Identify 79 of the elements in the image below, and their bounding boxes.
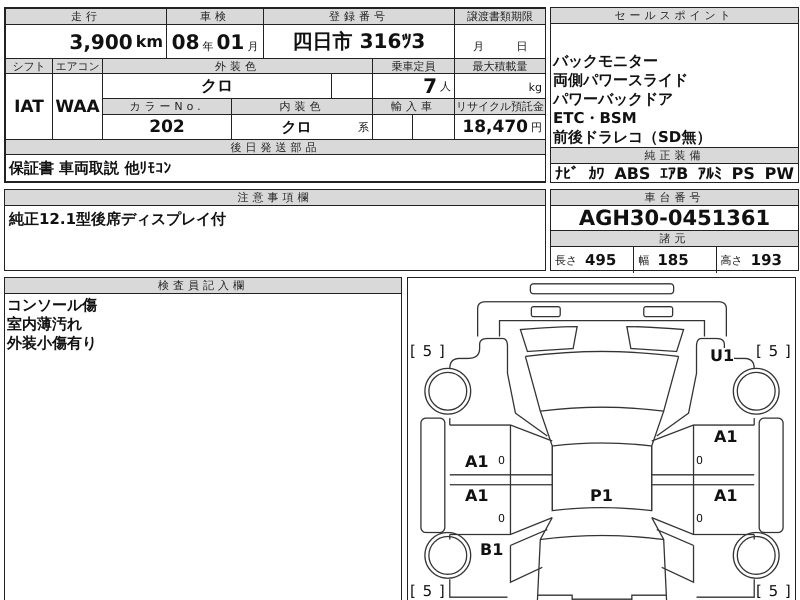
notes-text: 純正12.1型後席ディスプレイ付 [8,209,228,230]
notes-header: 注意事項欄 [5,190,545,206]
interior-color-value: クロ [282,118,312,136]
import-header: 輸入車 [373,99,454,114]
mileage-value: 3,900 [69,30,133,54]
recycle-fee-header: リサイクル預託金 [455,99,545,114]
interior-color-unit: 系 [358,120,369,136]
equipment-item: PW [764,164,794,183]
small-mark: 0 [696,455,703,466]
mileage-unit: km [136,32,163,51]
shift-header: シフト [6,59,52,73]
damage-mark: A1 [465,454,489,470]
chassis-number-value: AGH30-0451361 [578,206,770,230]
later-parts-value: 保証書 車両取説 他ﾘﾓｺﾝ [9,158,172,178]
transfer-deadline-header: 譲渡書類期限 [455,9,545,24]
inspector-note: 外装小傷有り [7,334,98,353]
capacity-unit: 人 [440,79,451,95]
inspection-month: 01 [216,30,244,54]
chassis-number-header: 車台番号 [551,190,798,206]
sales-point-text: パワーバックドア [553,90,674,109]
capacity-value: 7 [423,74,437,98]
month-unit: 月 [247,39,258,55]
sales-points-header: セールスポイント [551,8,798,24]
equipment-item: ｴｱB [660,164,688,183]
spec-value: 193 [750,251,782,269]
inspector-header: 検査員記入欄 [5,278,401,294]
interior-color-header: 内装色 [232,99,372,114]
inspection-header: 車検 [167,9,263,24]
exterior-color-value: クロ [201,76,233,96]
small-mark: 0 [498,455,505,466]
spec-label: 高さ [720,252,743,268]
damage-mark: P1 [590,488,613,504]
sales-point-text: 両側パワースライド [553,71,689,90]
damage-mark: A1 [714,429,738,445]
damage-mark: A1 [714,488,738,504]
mileage-header: 走行 [6,9,166,24]
equipment-item: ABS [614,164,650,183]
equipment-item: PS [732,164,755,183]
specs-header: 諸元 [551,230,798,247]
sales-point-text: 前後ドラレコ（SD無） [553,128,712,147]
small-mark: 0 [498,513,505,524]
exterior-color-header: 外装色 [103,59,372,73]
color-number-header: カラーNo. [103,99,231,114]
inspection-year: 08 [172,30,200,54]
sales-point-text: バックモニター [553,52,659,71]
damage-mark: B1 [480,542,504,558]
shift-value: IAT [14,96,44,116]
registration-header: 登録番号 [264,9,454,24]
yen-unit: 円 [531,120,542,136]
month-unit: 月 [472,39,484,55]
aircon-header: エアコン [53,59,102,73]
color-number-value: 202 [149,117,185,137]
aircon-value: WAA [55,96,100,116]
sales-point-text: ETC・BSM [553,109,638,128]
rank-mark: [ 5 ] [756,344,791,359]
small-mark: 0 [696,513,703,524]
later-parts-header: 後日発送部品 [6,140,545,154]
spec-value: 495 [585,251,616,269]
max-load-unit: kg [528,81,542,96]
damage-mark: A1 [465,488,489,504]
equipment-item: ｱﾙﾐ [698,164,722,183]
equipment-item: ﾅﾋﾞ [555,164,579,183]
inspector-note: 室内薄汚れ [7,315,83,334]
recycle-fee-value: 18,470 [462,117,528,137]
inspector-note: コンソール傷 [7,296,98,315]
rank-mark: [ 5 ] [756,584,791,599]
spec-label: 幅 [638,252,650,268]
equipment-header: 純正装備 [551,147,798,164]
rank-mark: [ 5 ] [410,584,445,599]
capacity-header: 乗車定員 [373,59,454,73]
max-load-header: 最大積載量 [455,59,545,73]
registration-value: 四日市 316ﾂ3 [292,28,426,55]
equipment-item: ｶﾜ [588,164,605,183]
spec-label: 長さ [555,252,577,268]
day-unit: 日 [516,39,528,55]
rank-mark: [ 5 ] [410,344,445,359]
spec-value: 185 [657,251,689,269]
damage-mark: U1 [710,348,734,364]
year-unit: 年 [202,39,214,55]
